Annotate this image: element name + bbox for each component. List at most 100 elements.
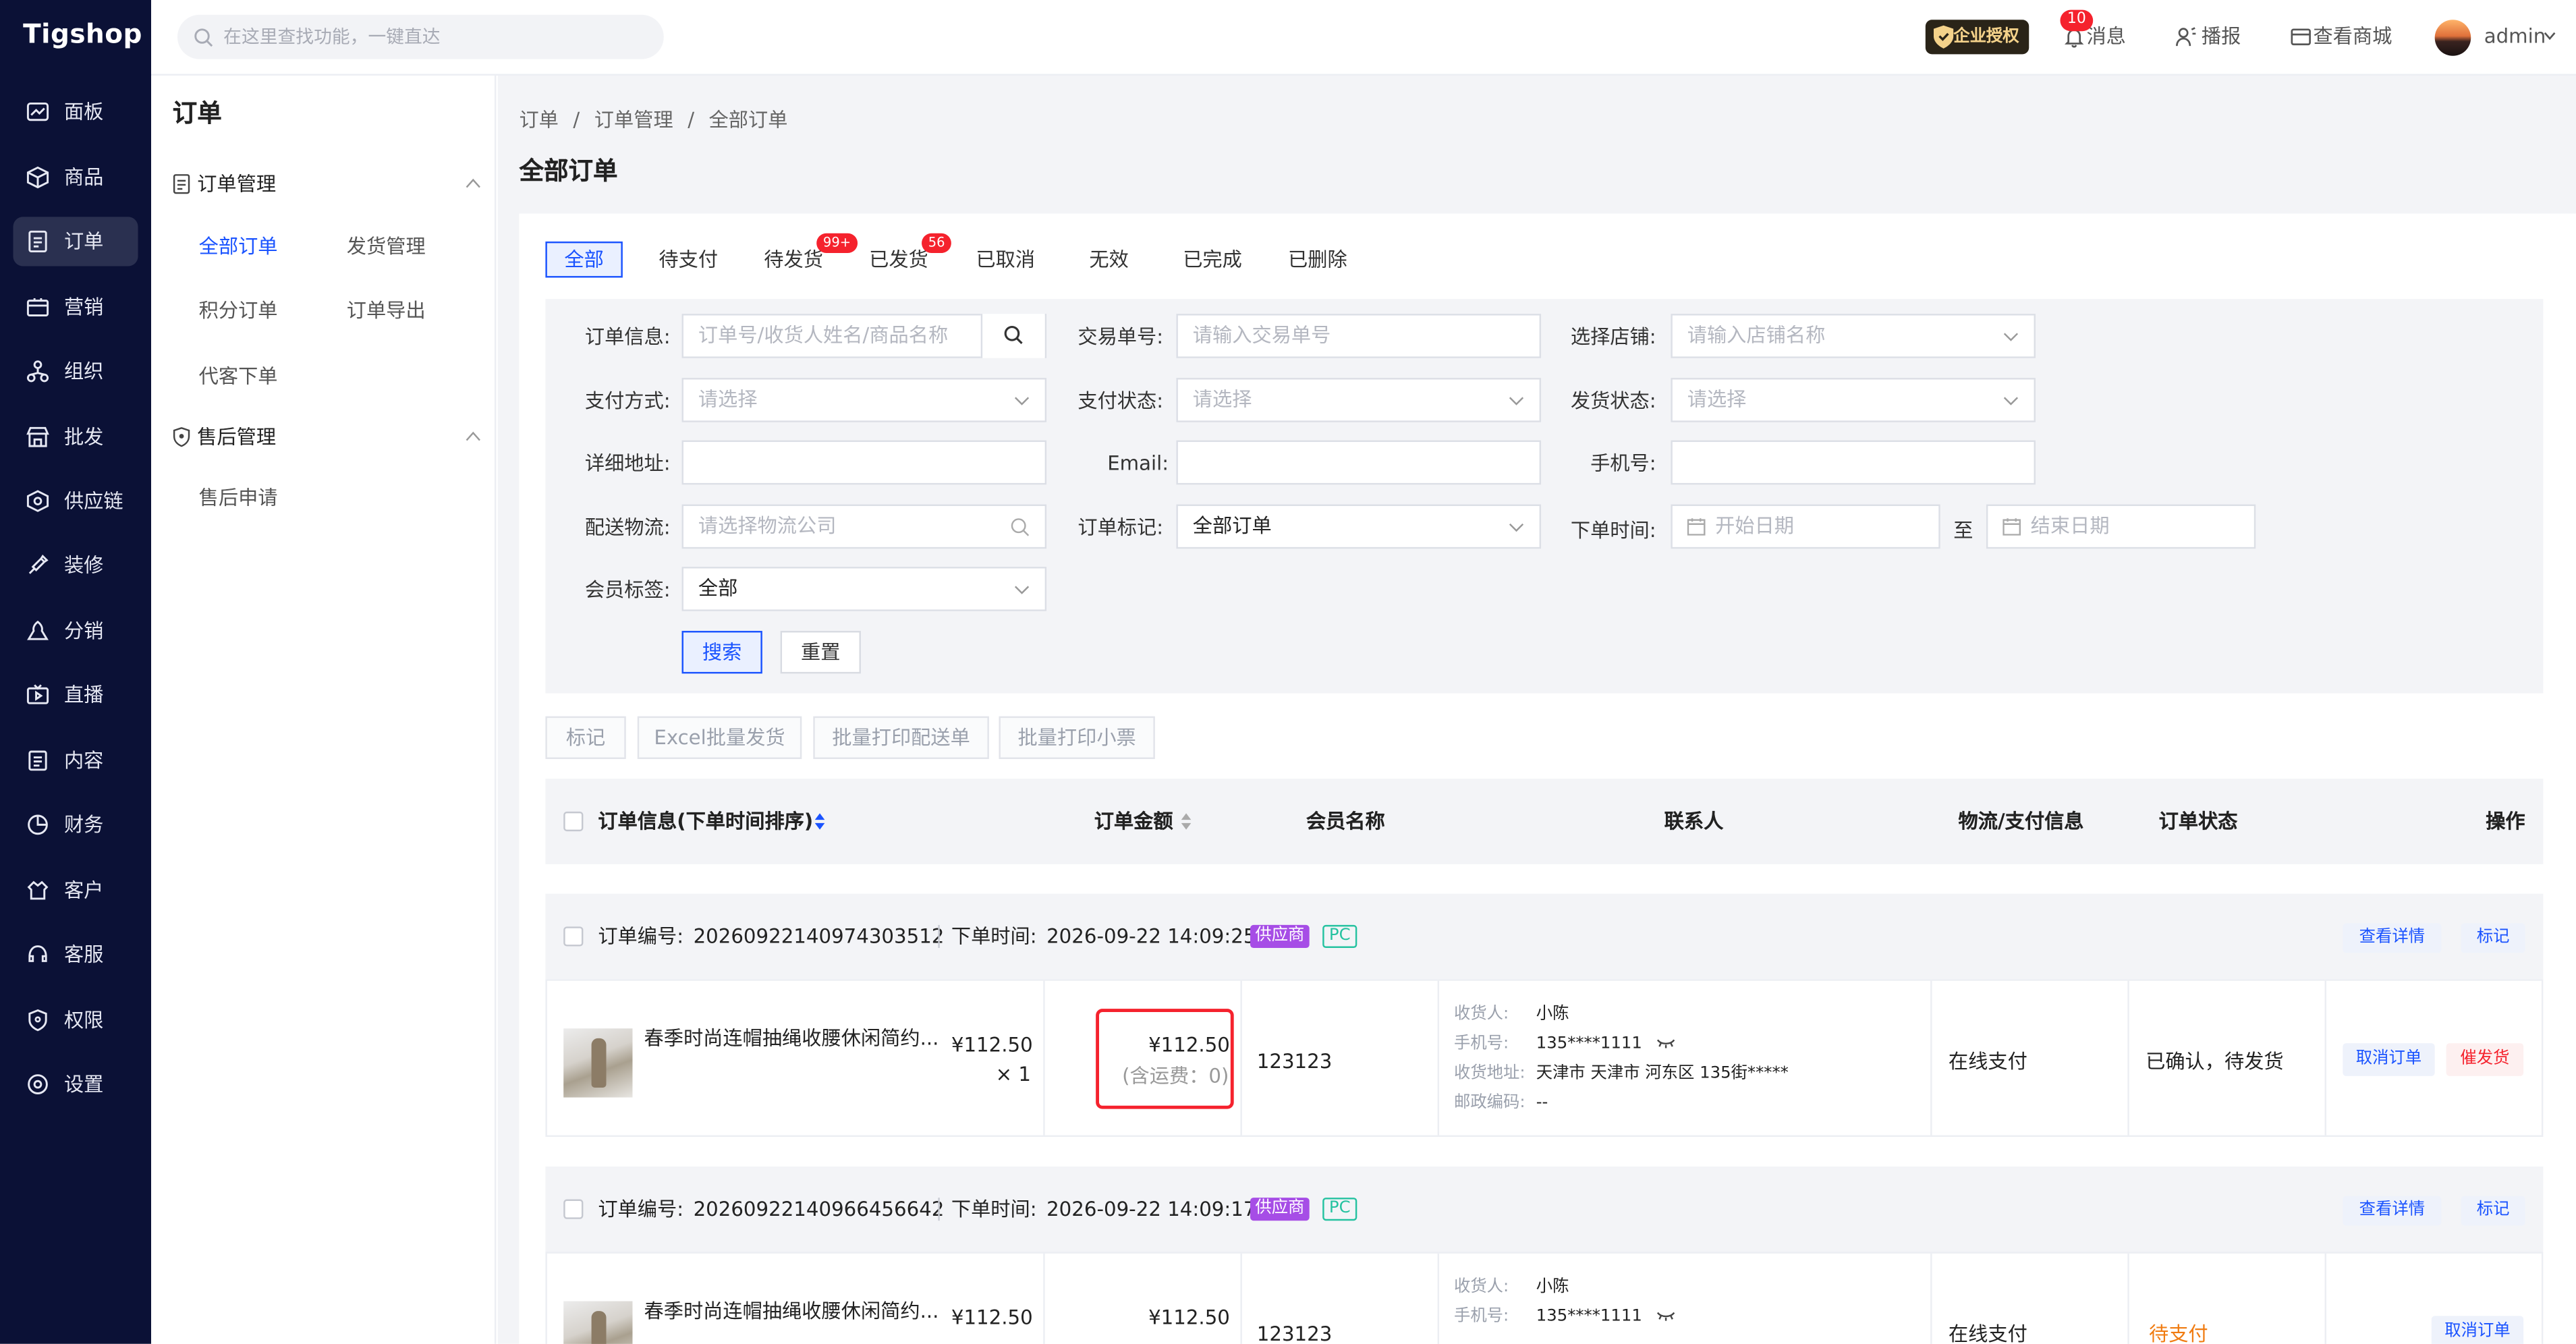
bulk-print-delivery-button[interactable]: 批量打印配送单	[813, 716, 989, 759]
order-mark-label: 订单标记:	[1077, 515, 1164, 539]
product-thumbnail[interactable]	[563, 1028, 633, 1098]
select-all-checkbox[interactable]	[563, 811, 584, 832]
start-date-input[interactable]: 开始日期	[1671, 504, 1940, 549]
nav-label: 装修	[63, 553, 104, 577]
pay-method-select[interactable]: 请选择	[681, 378, 1047, 422]
breadcrumb-item: 全部订单	[708, 108, 788, 132]
view-store-button[interactable]: 查看商城	[2290, 23, 2392, 49]
nav-item-service[interactable]: 客服	[13, 930, 138, 979]
bulk-print-receipt-button[interactable]: 批量打印小票	[999, 716, 1155, 759]
urge-shipment-button[interactable]: 催发货	[2446, 1043, 2524, 1076]
logistics-select[interactable]: 请选择物流公司	[681, 504, 1047, 549]
subnav-all-orders[interactable]: 全部订单	[199, 233, 278, 260]
member-name[interactable]: 123123	[1257, 1048, 1333, 1075]
nav-item-products[interactable]: 商品	[13, 152, 138, 202]
nav-item-settings[interactable]: 设置	[13, 1060, 138, 1109]
breadcrumb-item[interactable]: 订单	[519, 109, 558, 132]
mark-button[interactable]: 标记	[2461, 1196, 2525, 1226]
global-search[interactable]: 在这里查找功能，一键直达	[177, 14, 664, 59]
nav-item-orders[interactable]: 订单	[13, 217, 138, 267]
nav-label: 面板	[63, 100, 104, 123]
user-menu[interactable]: admin	[2484, 23, 2556, 49]
eye-closed-icon[interactable]	[1656, 1038, 1675, 1048]
view-detail-button[interactable]: 查看详情	[2343, 1196, 2442, 1226]
trade-no-input[interactable]: 请输入交易单号	[1176, 314, 1542, 358]
supplier-tag: 供应商	[1250, 924, 1310, 948]
member-name[interactable]: 123123	[1257, 1321, 1333, 1344]
tab-pending-payment[interactable]: 待支付	[659, 242, 718, 278]
nav-item-marketing[interactable]: 营销	[13, 283, 138, 332]
subnav-after-sales-request[interactable]: 售后申请	[199, 484, 278, 511]
subnav-shipping[interactable]: 发货管理	[347, 233, 426, 260]
email-input[interactable]	[1176, 440, 1542, 485]
order-checkbox[interactable]	[563, 926, 584, 947]
eye-closed-icon[interactable]	[1656, 1311, 1675, 1321]
tab-completed[interactable]: 已完成	[1183, 242, 1242, 278]
subnav-proxy-order[interactable]: 代客下单	[199, 363, 278, 389]
reset-button[interactable]: 重置	[780, 631, 861, 674]
product-price: ¥112.50	[951, 1033, 1033, 1057]
tab-deleted[interactable]: 已删除	[1288, 242, 1347, 278]
bulk-mark-button[interactable]: 标记	[545, 716, 626, 759]
broadcast-icon	[2176, 27, 2196, 47]
nav-item-permissions[interactable]: 权限	[13, 996, 138, 1045]
th-order-info[interactable]: 订单信息(下单时间排序)	[598, 808, 813, 835]
order-info-search-button[interactable]	[980, 314, 1045, 358]
nav-item-live[interactable]: 直播	[13, 670, 138, 719]
enterprise-license-badge[interactable]: 企业授权	[1925, 20, 2029, 55]
breadcrumb-item[interactable]: 订单管理	[594, 109, 673, 132]
member-tag-select[interactable]: 全部	[681, 567, 1047, 611]
nav-item-customers[interactable]: 客户	[13, 866, 138, 915]
receiver-line: 收货人: 小陈	[1454, 1004, 1569, 1027]
order-info-input[interactable]: 订单号/收货人姓名/商品名称	[681, 314, 1047, 358]
nav-item-decorate[interactable]: 装修	[13, 540, 138, 590]
nav-item-wholesale[interactable]: 批发	[13, 412, 138, 461]
chevron-down-icon	[1014, 586, 1030, 594]
pay-status-placeholder: 请选择	[1192, 387, 1252, 411]
nav-item-distribution[interactable]: 分销	[13, 607, 138, 656]
subnav-points-orders[interactable]: 积分订单	[199, 298, 278, 324]
sort-icon[interactable]	[1181, 813, 1192, 830]
nav-item-dashboard[interactable]: 面板	[13, 87, 138, 136]
product-name[interactable]: 春季时尚连帽抽绳收腰休闲简约...	[644, 1298, 939, 1324]
subnav-order-export[interactable]: 订单导出	[347, 298, 426, 324]
view-detail-button[interactable]: 查看详情	[2343, 923, 2442, 953]
divider	[938, 924, 940, 948]
cancel-order-button[interactable]: 取消订单	[2431, 1316, 2524, 1344]
shop-select[interactable]: 请输入店铺名称	[1671, 314, 2036, 358]
pay-status-select[interactable]: 请选择	[1176, 378, 1542, 422]
shipping-note: (含运费：0)	[1122, 1064, 1229, 1088]
broadcast-button[interactable]: 播报	[2175, 23, 2241, 49]
excel-bulk-ship-button[interactable]: Excel批量发货	[637, 716, 802, 759]
nav-item-finance[interactable]: 财务	[13, 800, 138, 849]
receiver-label: 收货人:	[1453, 1278, 1509, 1297]
phone-input[interactable]	[1671, 440, 2036, 485]
product-name[interactable]: 春季时尚连帽抽绳收腰休闲简约...	[644, 1025, 939, 1051]
cell-divider	[1043, 980, 1045, 1136]
sort-icon[interactable]	[814, 813, 825, 830]
tab-cancelled[interactable]: 已取消	[976, 242, 1035, 278]
end-date-input[interactable]: 结束日期	[1986, 504, 2256, 549]
avatar[interactable]	[2434, 20, 2471, 56]
th-member: 会员名称	[1306, 810, 1385, 833]
th-amount[interactable]: 订单金额	[1094, 808, 1173, 835]
phone-label: 手机号:	[1453, 1308, 1509, 1326]
order-icon	[28, 230, 47, 253]
tab-invalid[interactable]: 无效	[1089, 242, 1128, 278]
ship-status-select[interactable]: 请选择	[1671, 378, 2036, 422]
order-mark-select[interactable]: 全部订单	[1176, 504, 1542, 549]
product-thumbnail[interactable]	[563, 1301, 633, 1344]
tab-shipped[interactable]: 已发货	[869, 242, 928, 278]
cancel-order-button[interactable]: 取消订单	[2343, 1043, 2435, 1076]
logo[interactable]: Tigshop	[23, 18, 142, 49]
nav-item-content[interactable]: 内容	[13, 736, 138, 785]
pending-shipment-badge: 99+	[816, 233, 858, 253]
nav-item-supply-chain[interactable]: 供应链	[13, 476, 138, 526]
search-button[interactable]: 搜索	[681, 631, 762, 674]
tab-pending-shipment[interactable]: 待发货	[764, 242, 823, 278]
address-input[interactable]	[681, 440, 1047, 485]
tab-all[interactable]: 全部	[545, 241, 623, 278]
order-checkbox[interactable]	[563, 1199, 584, 1219]
nav-item-organization[interactable]: 组织	[13, 347, 138, 396]
mark-button[interactable]: 标记	[2461, 923, 2525, 953]
